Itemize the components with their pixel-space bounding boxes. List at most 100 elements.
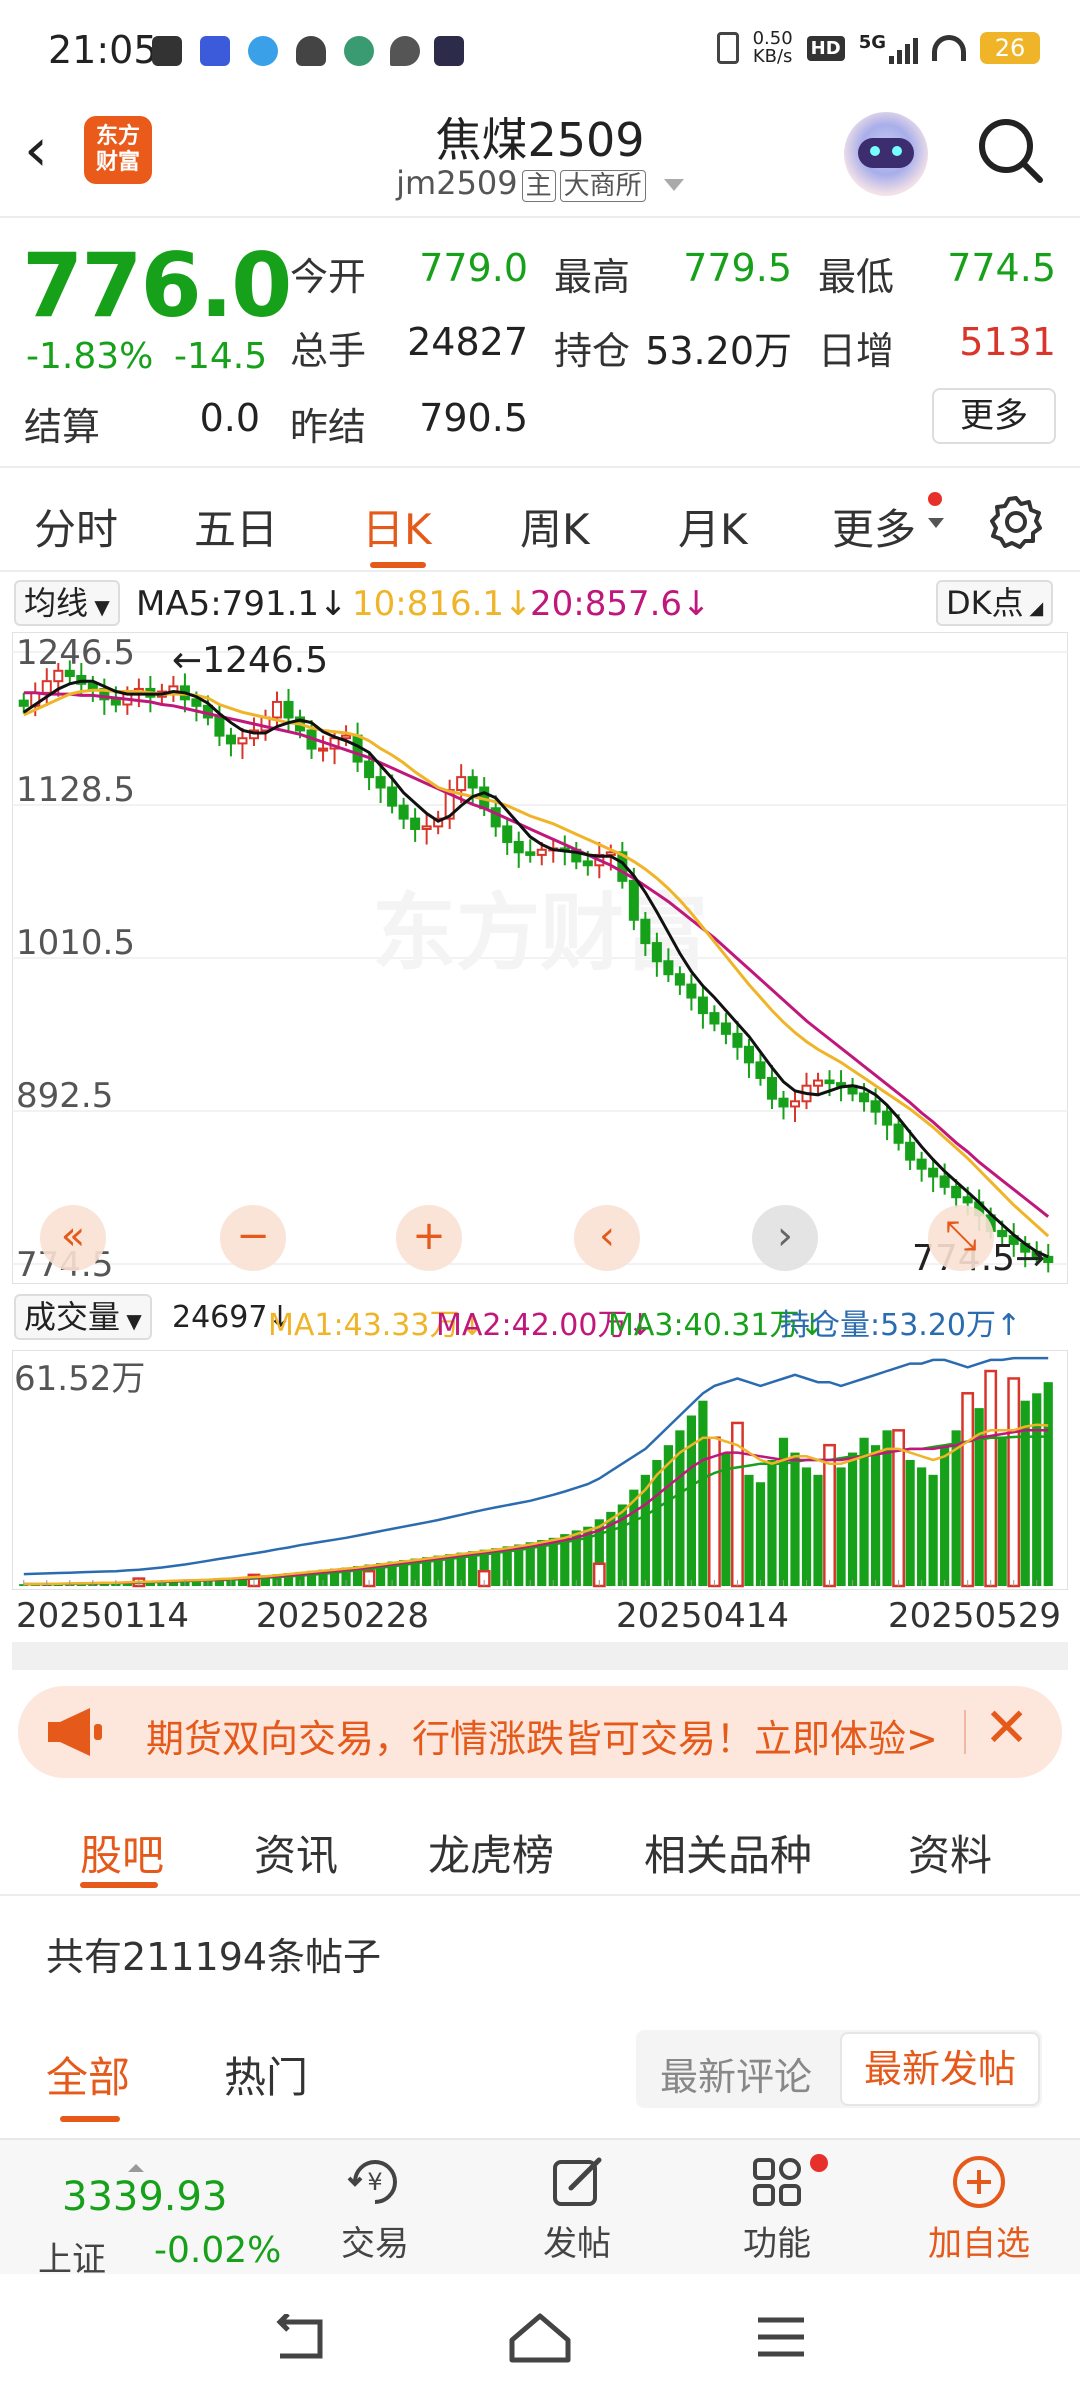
close-icon[interactable]: ✕ [984,1696,1029,1759]
filter-hot[interactable]: 热门 [224,2044,308,2105]
volume-bar [698,1400,708,1586]
status-bar: 21:05 0.50 KB/s HD 5G 26 [0,0,1080,100]
prev-settle-value: 790.5 [419,396,528,440]
tab-forum[interactable]: 股吧 [80,1822,164,1883]
tab-dragon-tiger[interactable]: 龙虎榜 [428,1822,554,1883]
tab-monthly-k[interactable]: 月K [678,496,748,557]
volume-chart[interactable]: 61.52万 [12,1350,1068,1590]
megaphone-icon [48,1708,102,1756]
y-tick-label: 1246.5 [16,633,135,673]
settle-label: 结算 [24,405,101,449]
main-contract-tag: 主 [521,170,556,202]
dropdown-icon[interactable] [663,179,684,191]
candle-body [18,699,29,707]
candle-body [789,1100,801,1108]
notification-icon [152,36,182,66]
candle-body [110,698,121,706]
tab-five-day[interactable]: 五日 [194,496,278,557]
system-back-icon[interactable] [270,2314,330,2364]
more-quote-button[interactable]: 更多 [932,388,1056,444]
location-icon [390,36,420,66]
zoom-in-button[interactable]: + [396,1205,462,1271]
candle-body [64,669,75,677]
candle-body [755,1061,766,1079]
new-badge-dot [928,492,942,506]
tab-intraday[interactable]: 分时 [34,496,118,557]
post-filter: 全部 热门 最新评论 最新发帖 [0,2024,1080,2134]
dk-point-label: DK点 [946,584,1024,622]
volume-bar-up [961,1392,975,1588]
promo-banner[interactable]: 期货双向交易，行情涨跌皆可交易！立即体验> ✕ [18,1686,1062,1778]
chart-scroll-track[interactable] [12,1642,1068,1670]
candle-body [536,848,547,856]
candle-body [53,669,64,683]
battery-icon: 26 [980,32,1040,64]
index-value: 3339.93 [62,2174,228,2220]
robot-assistant-avatar[interactable] [844,112,928,196]
add-watchlist-button[interactable]: 加自选 [914,2152,1044,2265]
candle-body [720,1022,731,1035]
tab-daily-k[interactable]: 日K [362,496,432,557]
candle-body [824,1079,835,1085]
fullscreen-button[interactable]: ⤡ [928,1205,994,1271]
volume-bar [928,1474,938,1586]
candle-body [778,1097,789,1108]
candle-body [962,1196,973,1204]
volume-label: 总手 [290,329,367,373]
volume-y-tick: 61.52万 [14,1359,145,1399]
tab-more[interactable]: 更多 [832,496,916,557]
open-interest-line-legend: 持仓量:53.20万↑ [780,1308,1022,1343]
candle-body [859,1092,870,1103]
prev-settle-label: 昨结 [290,405,367,449]
candle-body [605,851,616,856]
indicator-selector-label: 均线 [24,584,89,622]
post-button[interactable]: 发帖 [512,2152,642,2265]
volume-bar-up [1007,1377,1021,1588]
zoom-out-button[interactable]: − [220,1205,286,1271]
system-home-icon[interactable] [508,2310,572,2364]
candle-body [41,680,52,694]
indicator-selector[interactable]: 均线 ▼ [14,580,120,626]
net-speed: 0.50 KB/s [753,30,793,66]
trade-yen-icon: ¥ [347,2160,397,2204]
volume-indicator-selector[interactable]: 成交量 ▼ [14,1294,152,1340]
date-label-4: 20250529 [888,1596,1062,1636]
candlestick-chart[interactable]: 1246.51128.51010.5892.5774.5东方财富←1246.57… [12,632,1068,1284]
top-header: ‹ 东方 财富 焦煤2509 jm2509 主大商所 [0,100,1080,218]
candle-body [663,960,674,976]
scroll-right-button[interactable]: › [752,1205,818,1271]
features-button[interactable]: 功能 [712,2152,842,2265]
candle-body [870,1100,881,1113]
add-circle-icon [953,2156,1005,2208]
volume-legend: 成交量 ▼ 24697↓ MA1:43.33万↓ MA2:42.00万↓ MA3… [0,1292,1080,1344]
candle-body [743,1045,754,1064]
search-icon[interactable] [976,116,1046,186]
candle-body [651,942,662,963]
dk-point-button[interactable]: DK点 ◢ [936,580,1054,626]
tab-profile[interactable]: 资料 [908,1822,992,1883]
candle-body [341,734,352,740]
sort-latest-comment[interactable]: 最新评论 [660,2046,812,2101]
scroll-left-fast-button[interactable]: « [40,1205,106,1271]
candle-body [928,1167,939,1178]
scroll-left-button[interactable]: ‹ [574,1205,640,1271]
sort-latest-post[interactable]: 最新发帖 [840,2032,1040,2106]
candle-body [893,1123,904,1144]
tab-weekly-k[interactable]: 周K [520,496,590,557]
tab-news[interactable]: 资讯 [254,1822,338,1883]
settings-gear-icon[interactable] [988,494,1044,550]
app-notification-icon [200,36,230,66]
system-menu-icon[interactable] [756,2314,806,2360]
candle-body [375,776,386,789]
date-label-3: 20250414 [616,1596,790,1636]
quote-panel: 776.0 -1.83% -14.5 今开 779.0 最高 779.5 最低 … [0,220,1080,468]
period-tabs: 分时 五日 日K 周K 月K 更多 [0,470,1080,572]
volume-bar-up [984,1369,998,1588]
low-value: 774.5 [947,246,1056,290]
browser-icon [248,36,278,66]
tab-related-products[interactable]: 相关品种 [644,1822,812,1883]
filter-all[interactable]: 全部 [46,2044,130,2105]
candle-body [502,825,513,843]
indicator-selector-caret: ▼ [88,595,110,619]
trade-button[interactable]: ¥ 交易 [310,2152,440,2265]
